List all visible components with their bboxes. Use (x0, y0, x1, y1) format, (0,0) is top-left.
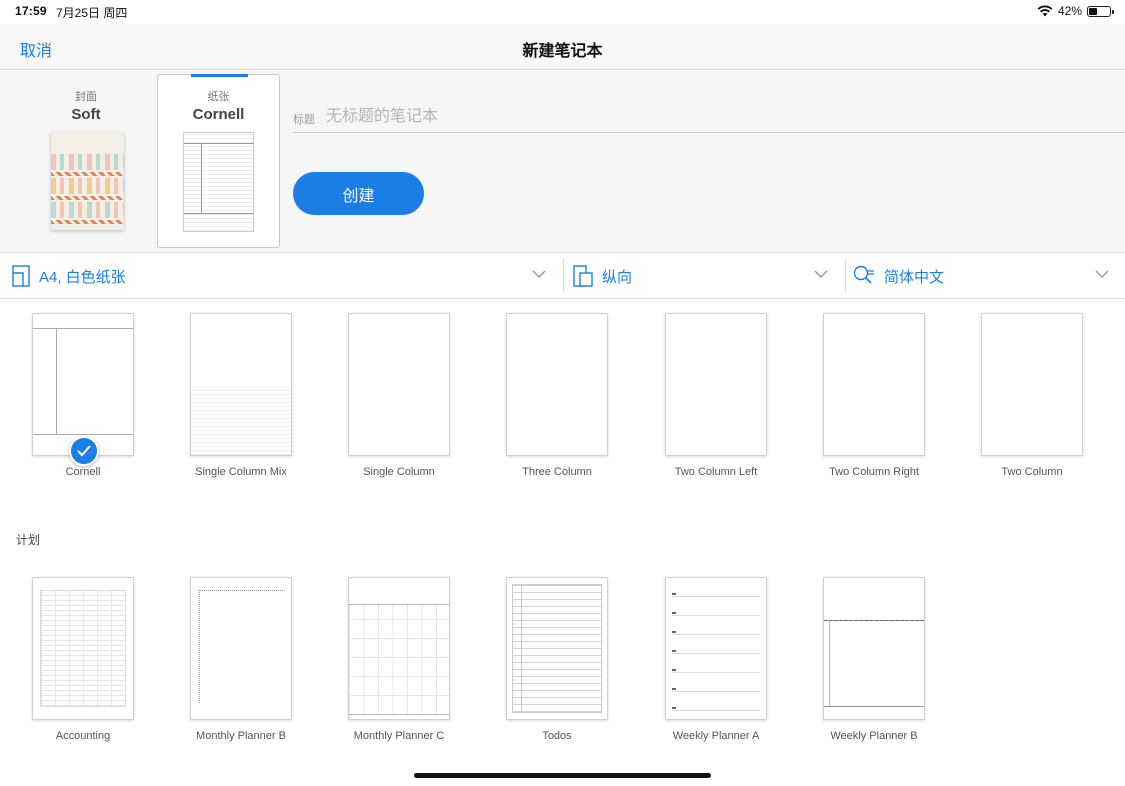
status-right: 42% (1037, 4, 1114, 18)
template-name: Single Column (363, 466, 435, 478)
template-thumbnail (348, 313, 450, 456)
paper-name: Cornell (192, 106, 245, 123)
template-monthly-planner-c[interactable]: Monthly Planner C (329, 577, 469, 742)
paper-preview[interactable] (183, 132, 254, 232)
template-two-column-left[interactable]: Two Column Left (646, 313, 786, 478)
paper-size-dropdown[interactable]: A4, 白色纸张 (0, 253, 562, 298)
template-thumbnail (348, 577, 450, 720)
template-thumbnail (981, 313, 1083, 456)
template-name: Cornell (65, 466, 101, 478)
paper-label: 纸张 (207, 91, 230, 103)
orientation-value: 纵向 (602, 269, 633, 286)
template-thumbnail (823, 577, 925, 720)
cover-preview[interactable] (51, 132, 124, 230)
paper-selected-indicator (191, 74, 248, 77)
template-todos[interactable]: Todos (487, 577, 627, 742)
template-cornell[interactable]: Cornell (13, 313, 153, 478)
cover-label: 封面 (75, 91, 97, 103)
template-thumbnail (665, 577, 767, 720)
template-name: Two Column Right (829, 466, 919, 478)
language-value: 简体中文 (884, 269, 945, 286)
battery-percent: 42% (1057, 4, 1082, 18)
template-accounting[interactable]: Accounting (13, 577, 153, 742)
status-bar: 17:59 7月25日 周四 42% (0, 0, 1125, 24)
navigation-bar: 取消 新建笔记本 (0, 24, 1125, 70)
section-label-planner: 计划 (16, 533, 41, 547)
template-weekly-planner-b[interactable]: Weekly Planner B (804, 577, 944, 742)
template-weekly-planner-a[interactable]: Weekly Planner A (646, 577, 786, 742)
template-thumbnail (823, 313, 925, 456)
template-name: Two Column (1001, 466, 1063, 478)
create-button[interactable]: 创建 (293, 172, 424, 215)
template-monthly-planner-b[interactable]: Monthly Planner B (171, 577, 311, 742)
battery-icon (1087, 5, 1114, 17)
chevron-down-icon (814, 270, 828, 278)
template-name: Three Column (522, 466, 592, 478)
template-name: Two Column Left (674, 466, 758, 478)
template-name: Monthly Planner B (196, 730, 286, 742)
template-name: Monthly Planner C (353, 730, 445, 742)
template-thumbnail (32, 313, 134, 466)
template-single-column-mix[interactable]: Single Column Mix (171, 313, 311, 478)
title-field-row: 标题 (293, 101, 1125, 133)
template-name: Weekly Planner A (672, 730, 760, 742)
cover-name: Soft (71, 106, 101, 123)
home-indicator[interactable] (414, 773, 711, 778)
template-three-column[interactable]: Three Column (487, 313, 627, 478)
options-bar: A4, 白色纸张 纵向 简体中文 (0, 253, 1125, 299)
wifi-icon (1037, 5, 1053, 17)
orientation-dropdown[interactable]: 纵向 (564, 253, 844, 298)
template-thumbnail (190, 577, 292, 720)
page-title: 新建笔记本 (522, 43, 603, 60)
template-name: Single Column Mix (195, 466, 287, 478)
template-name: Weekly Planner B (830, 730, 918, 742)
search-language-icon (853, 265, 874, 284)
template-single-column[interactable]: Single Column (329, 313, 469, 478)
template-thumbnail (506, 313, 608, 456)
notebook-setup-panel: 封面 Soft 纸张 Cornell 标题 创建 (0, 71, 1125, 253)
page-size-icon (12, 265, 30, 287)
template-thumbnail (665, 313, 767, 456)
template-thumbnail (190, 313, 292, 456)
title-label: 标题 (293, 114, 315, 126)
language-dropdown[interactable]: 简体中文 (846, 253, 1125, 298)
chevron-down-icon (532, 270, 546, 278)
template-name: Accounting (55, 730, 111, 742)
status-date: 7月25日 周四 (56, 6, 128, 20)
template-two-column-right[interactable]: Two Column Right (804, 313, 944, 478)
cover-selector[interactable]: 封面 Soft (38, 86, 134, 230)
title-input[interactable] (326, 105, 1086, 129)
selected-check-icon (69, 436, 99, 466)
paper-selector[interactable]: 纸张 Cornell (157, 74, 280, 248)
paper-size-value: A4, 白色纸张 (39, 269, 126, 286)
chevron-down-icon (1095, 270, 1109, 278)
template-thumbnail (32, 577, 134, 720)
template-thumbnail (506, 577, 608, 720)
orientation-icon (573, 265, 593, 287)
template-two-column[interactable]: Two Column (962, 313, 1102, 478)
template-name: Todos (542, 730, 572, 742)
status-time: 17:59 (15, 4, 47, 18)
